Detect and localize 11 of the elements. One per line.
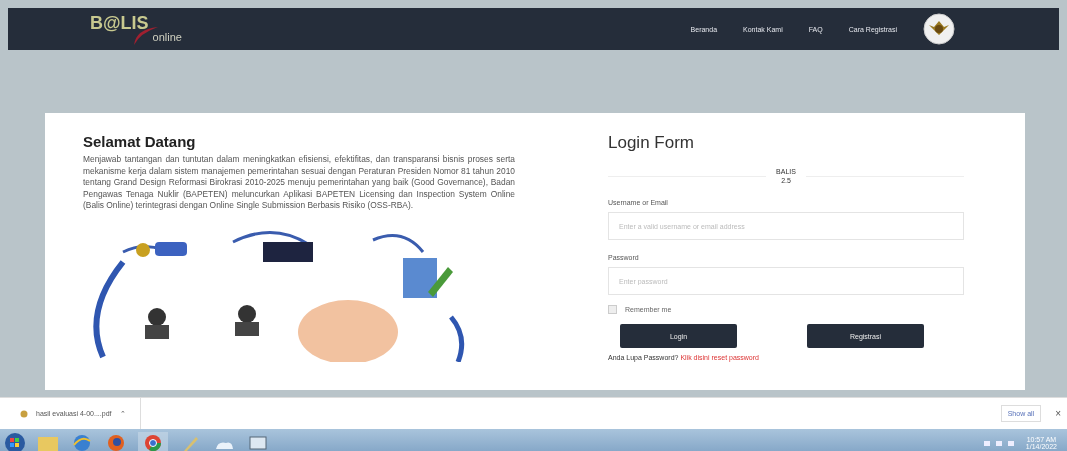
- intro-paragraph: Menjawab tantangan dan tuntutan dalam meningkatkan efisiensi, efektifitas, dan transparansi bisnis proses serta mekanisme kerja dalam sistem manajemen pemerintahan sesuai dengan Peraturan Presiden Nomor 81 tahun 2010 tentang Grand Design Reformasi Birokrasi 2010-2025 menuju pemerintahan yang baik (Good Governance), Badan Pengawas Tenaga Nuklir (BAPETEN) meluncurkan Aplikasi BAPETEN Licensing dan Inspection System Online (Balis Online) terintegrasi dengan Online Single Submission Berbasis Risiko (OSS-RBA).: [83, 154, 515, 212]
- logo-text: B@LIS: [90, 13, 149, 34]
- emblem-icon: [923, 13, 955, 45]
- start-icon[interactable]: [4, 431, 26, 451]
- chrome-icon[interactable]: [138, 431, 168, 451]
- form-title: Login Form: [608, 133, 695, 153]
- logo-subtitle: online: [152, 31, 182, 43]
- checkbox[interactable]: [608, 305, 617, 314]
- welcome-title: Selamat Datang: [83, 133, 197, 150]
- close-button[interactable]: ×: [1049, 408, 1061, 419]
- file-icon: [20, 409, 28, 418]
